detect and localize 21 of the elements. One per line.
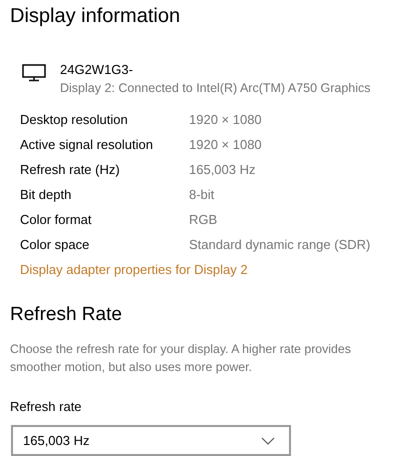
property-value: RGB bbox=[189, 211, 218, 229]
property-value: 1920 × 1080 bbox=[189, 136, 263, 154]
page-title: Display information bbox=[10, 4, 180, 29]
monitor-icon bbox=[22, 64, 46, 82]
field-label: Refresh rate bbox=[10, 398, 82, 416]
property-label: Active signal resolution bbox=[20, 136, 154, 154]
property-value: 8-bit bbox=[189, 186, 216, 204]
property-label: Bit depth bbox=[20, 186, 72, 204]
property-label: Refresh rate (Hz) bbox=[20, 161, 121, 179]
monitor-connection: Display 2: Connected to Intel(R) Arc(TM) A750 Graphics bbox=[60, 80, 371, 97]
refresh-rate-dropdown[interactable]: 165,003 Hz bbox=[11, 425, 291, 456]
section-description: Choose the refresh rate for your display. A higher rate provides smoother motion, but also uses more power. bbox=[10, 341, 352, 376]
chevron-down-icon bbox=[261, 436, 275, 444]
property-value: 1920 × 1080 bbox=[189, 111, 263, 129]
property-value: Standard dynamic range (SDR) bbox=[189, 236, 370, 254]
property-label: Color format bbox=[20, 211, 93, 229]
property-label: Color space bbox=[20, 236, 90, 254]
property-value: 165,003 Hz bbox=[189, 161, 256, 179]
monitor-name: 24G2W1G3- bbox=[60, 61, 134, 79]
section-heading: Refresh Rate bbox=[10, 303, 122, 327]
property-label: Desktop resolution bbox=[20, 111, 129, 129]
